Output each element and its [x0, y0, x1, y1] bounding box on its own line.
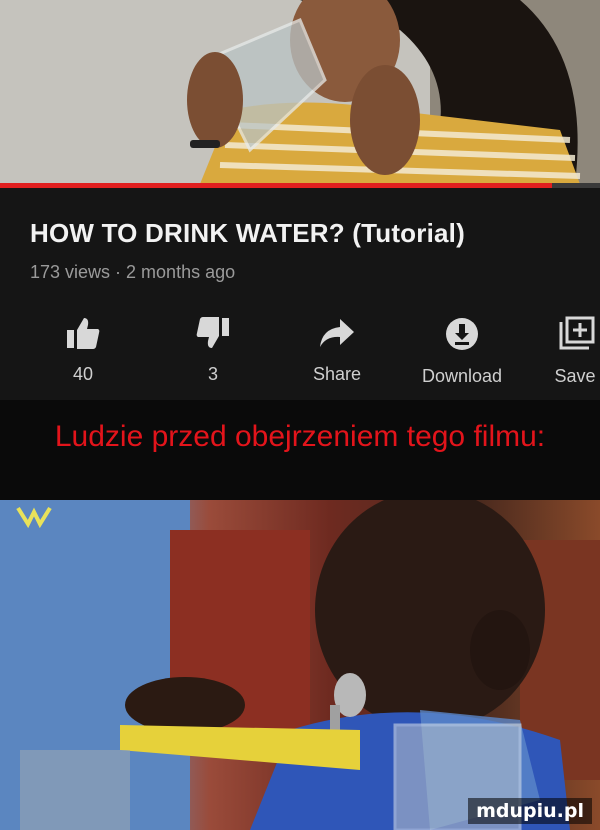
video-title[interactable]: HOW TO DRINK WATER? (Tutorial): [30, 218, 465, 249]
thumbs-up-icon: [67, 318, 100, 349]
like-count: 40: [72, 364, 94, 384]
download-label: Download: [421, 366, 503, 386]
thumbs-down-icon: [196, 317, 229, 348]
dislike-button[interactable]: 3: [153, 316, 273, 385]
share-button[interactable]: Share: [277, 316, 397, 385]
girl-drinking-image: [0, 0, 600, 184]
top-video-frame[interactable]: [0, 0, 600, 184]
watermark: mdupiu.pl: [468, 798, 592, 824]
video-meta: 173 views · 2 months ago: [30, 262, 236, 282]
video-info-panel: HOW TO DRINK WATER? (Tutorial) 173 views…: [0, 188, 600, 400]
download-icon: [446, 318, 478, 350]
meme-caption: Ludzie przed obejrzeniem tego filmu:: [54, 420, 546, 453]
boy-drinking-image: [0, 500, 600, 830]
dislike-count: 3: [207, 364, 218, 384]
like-button[interactable]: 40: [23, 316, 143, 385]
share-arrow-icon: [320, 319, 354, 347]
save-playlist-icon: [559, 316, 595, 350]
save-label: Save: [554, 366, 596, 386]
meme-caption-bar: Ludzie przed obejrzeniem tego filmu:: [0, 400, 600, 500]
share-label: Share: [312, 364, 362, 384]
bottom-video-frame: mdupiu.pl: [0, 500, 600, 830]
download-button[interactable]: Download: [402, 316, 522, 387]
save-button[interactable]: Save: [530, 316, 600, 387]
